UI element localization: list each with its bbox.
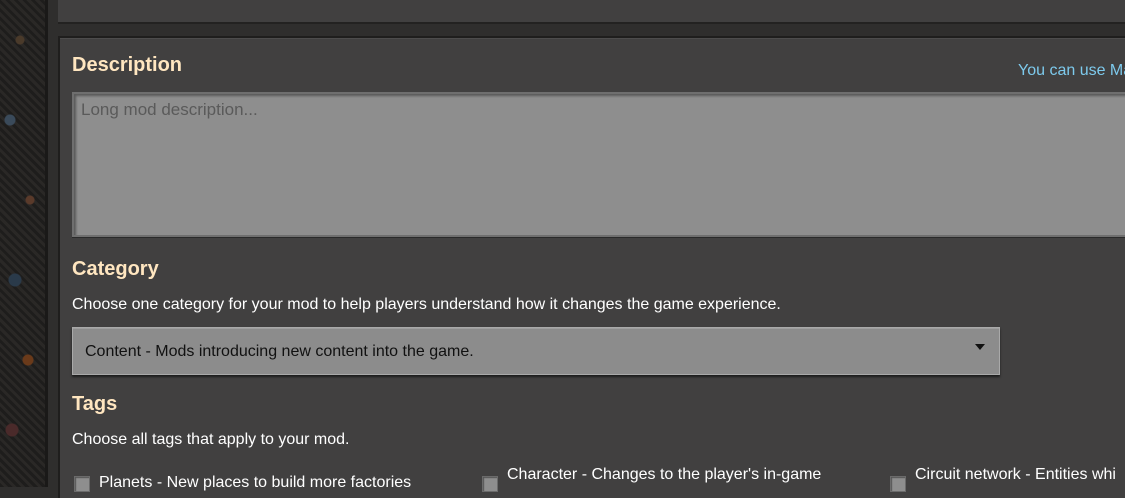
category-selected-value: Content - Mods introducing new content i…	[85, 343, 474, 360]
category-help-text: Choose one category for your mod to help…	[72, 296, 781, 313]
category-heading: Category	[72, 258, 159, 280]
description-textarea[interactable]: Long mod description...	[72, 92, 1125, 237]
tag-label: Character - Changes to the player's in-g…	[507, 466, 822, 483]
checkbox-icon	[74, 476, 90, 492]
chevron-down-icon	[975, 344, 985, 350]
tag-character-checkbox[interactable]: Character - Changes to the player's in-g…	[482, 466, 821, 492]
tag-planets-checkbox[interactable]: Planets - New places to build more facto…	[74, 474, 411, 492]
category-select[interactable]: Content - Mods introducing new content i…	[72, 327, 1000, 375]
description-heading: Description	[72, 54, 183, 76]
mod-details-panel: Description You can use Ma Long mod desc…	[58, 36, 1125, 498]
tag-circuit-network-checkbox[interactable]: Circuit network - Entities whi	[890, 466, 1116, 492]
tag-label: Planets - New places to build more facto…	[99, 474, 412, 491]
previous-section-panel	[58, 0, 1125, 24]
tag-label: Circuit network - Entities whi	[915, 466, 1116, 483]
checkbox-icon	[482, 476, 498, 492]
tags-heading: Tags	[72, 393, 118, 415]
background-game-art	[0, 0, 48, 487]
checkbox-icon	[890, 476, 906, 492]
tags-help-text: Choose all tags that apply to your mod.	[72, 431, 350, 448]
markdown-help-link[interactable]: You can use Ma	[1018, 62, 1125, 80]
